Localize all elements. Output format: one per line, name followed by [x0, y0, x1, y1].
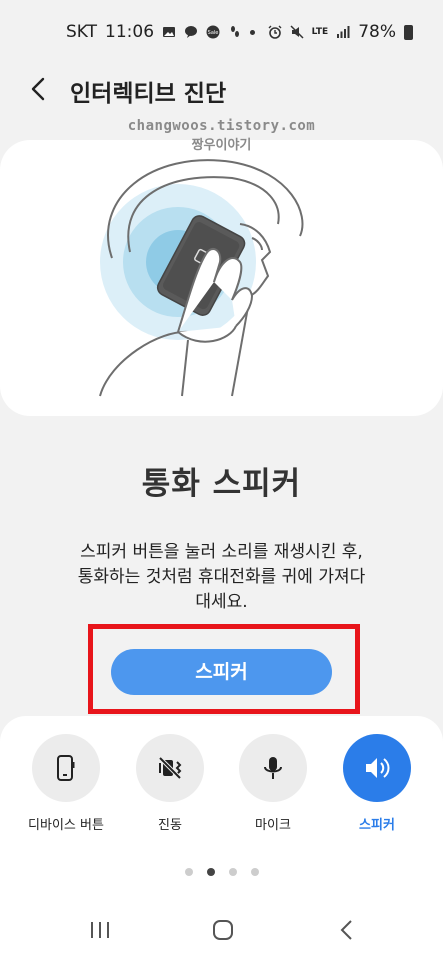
image-icon — [163, 27, 176, 37]
test-label: 스피커 — [359, 818, 395, 833]
page-title: 인터렉티브 진단 — [70, 81, 227, 107]
back-arrow-icon[interactable] — [24, 74, 54, 104]
page-dot — [228, 868, 237, 876]
description-line: 통화하는 것처럼 휴대전화를 귀에 가져다 — [77, 567, 366, 587]
page-dot — [184, 868, 193, 876]
illustration-card — [0, 140, 443, 416]
talk-icon — [185, 26, 198, 38]
mute-icon — [290, 25, 304, 39]
recent-apps-icon[interactable] — [85, 917, 115, 943]
test-circle — [239, 734, 307, 802]
sale-icon: Sale — [206, 25, 220, 39]
battery-percent: 78% — [358, 22, 396, 42]
more-notifications-dot — [250, 29, 256, 35]
test-label: 진동 — [158, 818, 182, 833]
play-speaker-button[interactable]: 스피커 — [111, 649, 332, 695]
test-description: 스피커 버튼을 눌러 소리를 재생시킨 후, 통화하는 것처럼 휴대전화를 귀에… — [40, 540, 403, 615]
test-label: 디바이스 버튼 — [28, 818, 104, 833]
watermark-url: changwoos.tistory.com — [127, 118, 316, 134]
navigation-bar — [0, 900, 443, 960]
carrier-label: SKT — [66, 22, 98, 42]
page-dot-active — [206, 868, 215, 876]
vibration-off-icon — [158, 756, 182, 780]
test-circle — [32, 734, 100, 802]
signal-icon — [337, 26, 350, 38]
lte-indicator: LTE — [311, 26, 329, 37]
status-left: SKT 11:06 Sale — [66, 22, 256, 42]
description-line: 스피커 버튼을 눌러 소리를 재생시킨 후, — [80, 542, 363, 562]
description-line: 대세요. — [195, 592, 248, 612]
test-item-device-button[interactable]: 디바이스 버튼 — [16, 734, 116, 833]
test-circle-active — [343, 734, 411, 802]
status-bar: SKT 11:06 Sale LTE 78% — [0, 0, 443, 64]
walk-icon — [231, 26, 240, 37]
svg-text:Sale: Sale — [208, 30, 219, 36]
device-button-icon — [57, 755, 75, 781]
battery-icon — [404, 24, 413, 40]
test-item-vibration[interactable]: 진동 — [120, 734, 220, 833]
person-phone-illustration — [99, 159, 304, 397]
back-icon[interactable] — [332, 917, 362, 943]
test-item-speaker[interactable]: 스피커 — [327, 734, 427, 833]
test-circle — [136, 734, 204, 802]
speaker-icon — [366, 758, 390, 778]
status-right: LTE 78% — [268, 22, 413, 42]
clock: 11:06 — [105, 22, 155, 42]
watermark-name: 짱우이야기 — [191, 138, 252, 153]
test-label: 마이크 — [255, 818, 291, 833]
test-title: 통화 스피커 — [141, 466, 302, 502]
page-dot — [250, 868, 259, 876]
alarm-icon — [268, 25, 282, 39]
page-indicator — [0, 868, 443, 878]
header: 인터렉티브 진단 — [0, 64, 443, 124]
test-item-microphone[interactable]: 마이크 — [223, 734, 323, 833]
microphone-icon — [264, 757, 282, 779]
home-icon[interactable] — [208, 917, 238, 943]
